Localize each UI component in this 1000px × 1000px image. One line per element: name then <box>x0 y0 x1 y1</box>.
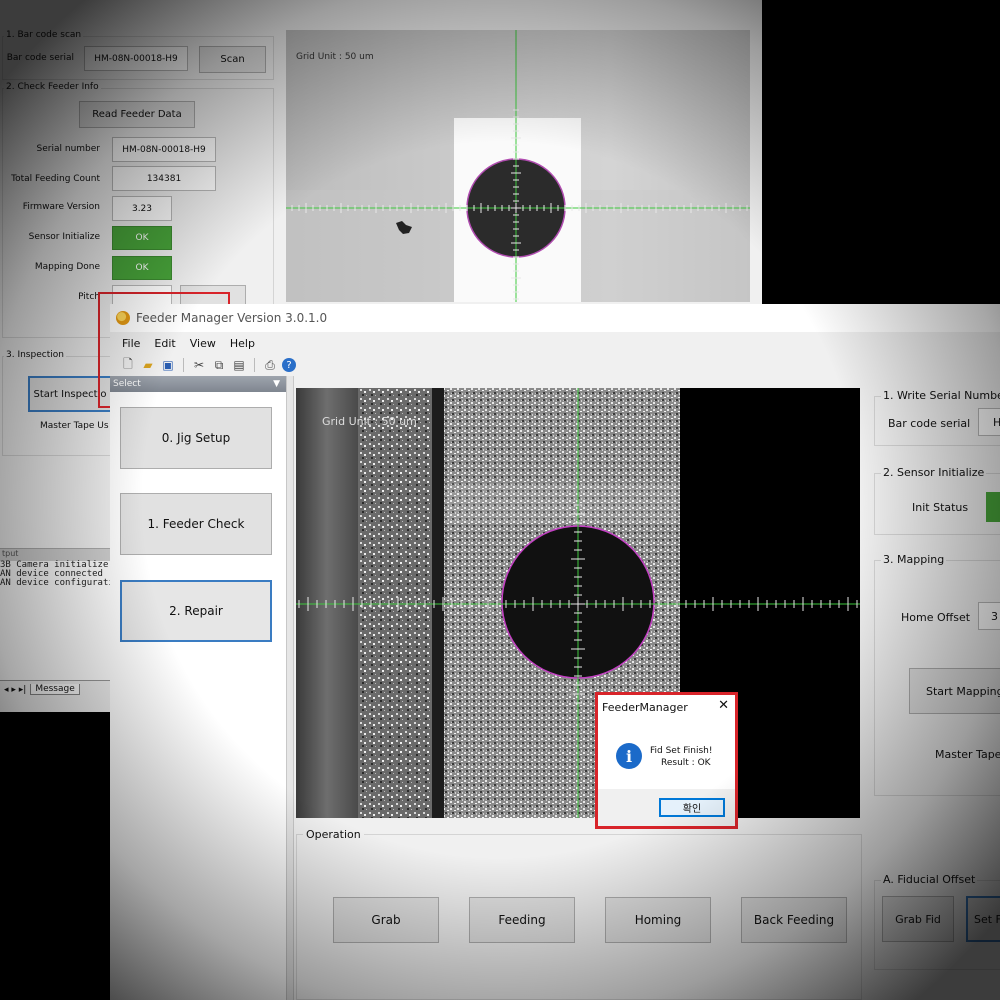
output-log-panel: tput 3B Camera initialize OK! AN device … <box>0 548 112 698</box>
barcode-serial-label: Bar code serial <box>6 53 74 63</box>
print-icon[interactable]: ⎙ <box>262 357 278 373</box>
barcode-serial-field[interactable]: HM-08N-00018-H9 <box>84 46 188 71</box>
sensor-initialize-label: Sensor Initialize <box>28 232 100 242</box>
window-title: Feeder Manager Version 3.0.1.0 <box>136 311 328 325</box>
barcode-serial-label: Bar code serial <box>888 417 971 430</box>
title-bar: Feeder Manager Version 3.0.1.0 <box>110 304 1000 332</box>
mapping-done-status: OK <box>112 256 172 280</box>
pitch-label: Pitch <box>78 292 100 302</box>
toolbar: 🗋 ▰ ▣ ✂ ⧉ ▤ ⎙ ? <box>110 354 1000 376</box>
highlight-box-edge <box>98 304 110 408</box>
barcode-serial-field[interactable]: H <box>978 408 1000 436</box>
total-feeding-count-label: Total Feeding Count <box>11 174 100 184</box>
camera-view: Grid Unit : 50 um <box>296 388 860 818</box>
menu-bar: File Edit View Help <box>110 332 1000 354</box>
save-icon[interactable]: ▣ <box>160 357 176 373</box>
mapping-done-label: Mapping Done <box>34 262 100 272</box>
firmware-version-label: Firmware Version <box>22 202 100 212</box>
total-feeding-count-field: 134381 <box>112 166 216 191</box>
app-icon <box>116 311 130 325</box>
menu-file[interactable]: File <box>122 337 140 350</box>
read-feeder-data-button[interactable]: Read Feeder Data <box>79 101 195 128</box>
menu-help[interactable]: Help <box>230 337 255 350</box>
dialog-ok-button[interactable]: 확인 <box>659 798 725 817</box>
dialog-message-line1: Fid Set Finish! <box>650 746 713 756</box>
fiducial-offset-title: A. Fiducial Offset <box>881 873 978 886</box>
log-tab-bar: ◂ ▸ ▸| Message <box>0 680 112 698</box>
new-file-icon[interactable]: 🗋 <box>120 357 136 373</box>
operation-group: Operation Grab Feeding Homing Back Feedi… <box>296 828 862 1000</box>
back-camera-view: Grid Unit : 50 um <box>286 30 750 302</box>
select-panel-title: Select <box>113 379 141 389</box>
select-panel: Select ▼ 0. Jig Setup 1. Feeder Check 2.… <box>110 376 286 1000</box>
back-feeding-button[interactable]: Back Feeding <box>741 897 847 943</box>
init-status-indicator <box>986 492 1000 522</box>
step-jig-setup-button[interactable]: 0. Jig Setup <box>120 407 272 469</box>
toolbar-separator <box>254 358 255 372</box>
back-camera-image <box>286 30 750 302</box>
scan-button[interactable]: Scan <box>199 46 266 73</box>
tab-message[interactable]: Message <box>30 684 80 695</box>
help-icon[interactable]: ? <box>282 358 296 372</box>
operation-title: Operation <box>303 828 364 841</box>
home-offset-label: Home Offset <box>901 611 971 624</box>
sensor-init-title: 2. Sensor Initialize <box>881 466 987 479</box>
dialog-message-line2: Result : OK <box>661 758 711 768</box>
master-tape-label: Master Tape Us <box>40 421 109 431</box>
feeder-manager-window: Feeder Manager Version 3.0.1.0 File Edit… <box>110 304 1000 1000</box>
copy-icon[interactable]: ⧉ <box>211 357 227 373</box>
log-line: AN device configuration suc <box>0 578 112 588</box>
step-feeder-check-button[interactable]: 1. Feeder Check <box>120 493 272 555</box>
init-status-label: Init Status <box>912 501 969 514</box>
barcode-scan-title: 1. Bar code scan <box>4 30 84 40</box>
serial-number-label: Serial number <box>36 144 100 154</box>
camera-image <box>296 388 860 818</box>
feeding-button[interactable]: Feeding <box>469 897 575 943</box>
grid-unit-label: Grid Unit : 50 um <box>322 415 417 428</box>
collapse-arrow-icon[interactable]: ▼ <box>273 379 280 389</box>
serial-number-field: HM-08N-00018-H9 <box>112 137 216 162</box>
paste-icon[interactable]: ▤ <box>231 357 247 373</box>
feeder-info-title: 2. Check Feeder Info <box>4 82 101 92</box>
firmware-version-field: 3.23 <box>112 196 172 221</box>
step-repair-button[interactable]: 2. Repair <box>120 580 272 642</box>
master-tape-label: Master Tape <box>935 748 1000 761</box>
message-dialog: FeederManager ✕ i Fid Set Finish! Result… <box>595 692 738 829</box>
sensor-initialize-status: OK <box>112 226 172 250</box>
homing-button[interactable]: Homing <box>605 897 711 943</box>
tape-left-edge <box>296 388 358 818</box>
cut-icon[interactable]: ✂ <box>191 357 207 373</box>
open-folder-icon[interactable]: ▰ <box>140 357 156 373</box>
set-fid-button[interactable]: Set F <box>966 896 1000 942</box>
select-panel-header: Select ▼ <box>110 376 286 392</box>
menu-view[interactable]: View <box>190 337 216 350</box>
start-mapping-button[interactable]: Start Mapping <box>909 668 1000 714</box>
grab-button[interactable]: Grab <box>333 897 439 943</box>
panel-splitter[interactable] <box>286 376 294 1000</box>
menu-edit[interactable]: Edit <box>154 337 175 350</box>
dialog-footer: 확인 <box>598 789 735 826</box>
close-icon[interactable]: ✕ <box>718 698 729 713</box>
right-control-panel: 1. Write Serial Number Bar code serial H… <box>870 376 1000 1000</box>
home-offset-field[interactable]: 3 <box>978 602 1000 630</box>
write-serial-title: 1. Write Serial Number <box>881 389 1000 402</box>
grab-fid-button[interactable]: Grab Fid <box>882 896 954 942</box>
dialog-title: FeederManager <box>602 701 688 714</box>
tab-nav-arrows[interactable]: ◂ ▸ ▸| <box>4 685 26 695</box>
toolbar-separator <box>183 358 184 372</box>
mapping-title: 3. Mapping <box>881 553 947 566</box>
tape-highlight <box>444 483 680 523</box>
info-icon: i <box>616 743 642 769</box>
inspection-title: 3. Inspection <box>4 350 66 360</box>
